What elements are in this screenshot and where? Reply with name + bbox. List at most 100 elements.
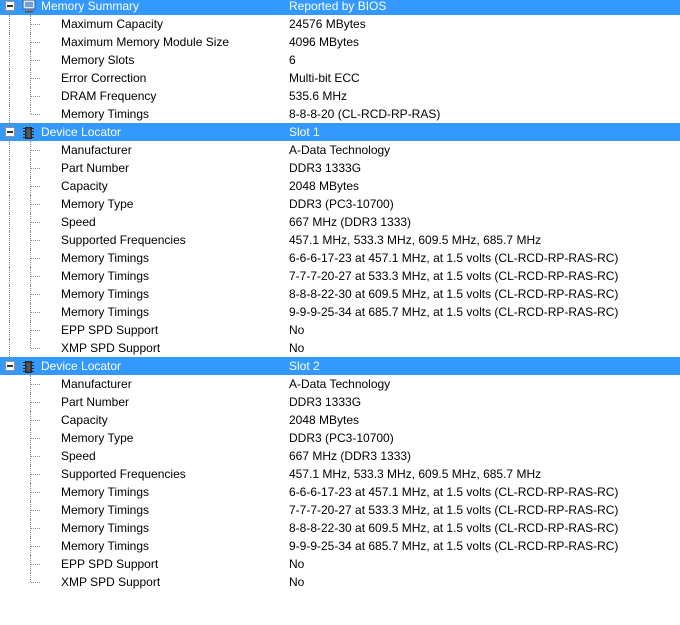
field-value: DDR3 (PC3-10700) [289, 431, 394, 445]
computer-icon [22, 0, 38, 13]
tree-item-row[interactable]: Manufacturer A-Data Technology [0, 375, 680, 393]
collapse-toggle-icon[interactable] [5, 1, 15, 11]
tree-connector-line [31, 186, 40, 187]
tree-item-row[interactable]: Capacity 2048 MBytes [0, 177, 680, 195]
tree-item-row[interactable]: Memory Timings 8-8-8-22-30 at 609.5 MHz, … [0, 285, 680, 303]
field-value: 4096 MBytes [289, 35, 360, 49]
tree-connector-line [15, 366, 22, 367]
tree-item-row[interactable]: Part Number DDR3 1333G [0, 393, 680, 411]
section-label: Memory Summary [41, 0, 140, 13]
field-label: Maximum Memory Module Size [61, 35, 230, 49]
tree-item-row[interactable]: Maximum Memory Module Size 4096 MBytes [0, 33, 680, 51]
field-value: 667 MHz (DDR3 1333) [289, 449, 412, 463]
tree-connector-line [31, 204, 40, 205]
tree-item-row[interactable]: Memory Slots 6 [0, 51, 680, 69]
field-value: 8-8-8-22-30 at 609.5 MHz, at 1.5 volts (… [289, 287, 619, 301]
tree-connector-line [30, 339, 31, 348]
tree-connector-line [31, 294, 40, 295]
field-value: DDR3 (PC3-10700) [289, 197, 394, 211]
field-value: 2048 MBytes [289, 179, 360, 193]
field-label: Memory Slots [61, 53, 135, 67]
tree-connector-line [9, 87, 10, 105]
tree-section-header[interactable]: Device Locator Slot 1 [0, 123, 680, 141]
tree-item-row[interactable]: Part Number DDR3 1333G [0, 159, 680, 177]
tree-connector-line [31, 564, 40, 565]
tree-item-row[interactable]: Memory Timings 7-7-7-20-27 at 533.3 MHz, … [0, 501, 680, 519]
tree-connector-line [9, 249, 10, 267]
tree-item-row[interactable]: EPP SPD Support No [0, 321, 680, 339]
tree-connector-line [9, 339, 10, 357]
tree-item-row[interactable]: Memory Timings 8-8-8-22-30 at 609.5 MHz, … [0, 519, 680, 537]
tree-item-row[interactable]: Memory Type DDR3 (PC3-10700) [0, 429, 680, 447]
field-value: No [289, 341, 305, 355]
tree-item-row[interactable]: Memory Timings 7-7-7-20-27 at 533.3 MHz, … [0, 267, 680, 285]
tree-item-row[interactable]: Maximum Capacity 24576 MBytes [0, 15, 680, 33]
tree-item-row[interactable]: Speed 667 MHz (DDR3 1333) [0, 213, 680, 231]
field-label: Manufacturer [61, 143, 132, 157]
tree-connector-line [31, 492, 40, 493]
tree-connector-line [31, 258, 40, 259]
tree-connector-line [31, 348, 40, 349]
field-label: Manufacturer [61, 377, 132, 391]
tree-connector-line [31, 114, 40, 115]
field-label: Part Number [61, 161, 130, 175]
tree-item-row[interactable]: Supported Frequencies 457.1 MHz, 533.3 MH… [0, 231, 680, 249]
field-value: 9-9-9-25-34 at 685.7 MHz, at 1.5 volts (… [289, 539, 619, 553]
tree-item-row[interactable]: Memory Timings 9-9-9-25-34 at 685.7 MHz, … [0, 537, 680, 555]
memory-tree-view[interactable]: Memory Summary Reported by BIOS Maximum Ca… [0, 0, 680, 591]
tree-item-row[interactable]: XMP SPD Support No [0, 339, 680, 357]
field-label: Memory Timings [61, 521, 150, 535]
field-value: 9-9-9-25-34 at 685.7 MHz, at 1.5 volts (… [289, 305, 619, 319]
tree-item-row[interactable]: Error Correction Multi-bit ECC [0, 69, 680, 87]
tree-connector-line [9, 177, 10, 195]
tree-connector-line [9, 321, 10, 339]
tree-item-row[interactable]: Capacity 2048 MBytes [0, 411, 680, 429]
tree-connector-line [9, 195, 10, 213]
tree-section-header[interactable]: Memory Summary Reported by BIOS [0, 0, 680, 15]
tree-section-header[interactable]: Device Locator Slot 2 [0, 357, 680, 375]
tree-item-row[interactable]: Speed 667 MHz (DDR3 1333) [0, 447, 680, 465]
tree-connector-line [31, 240, 40, 241]
collapse-toggle-icon[interactable] [5, 361, 15, 371]
tree-item-row[interactable]: Memory Timings 9-9-9-25-34 at 685.7 MHz, … [0, 303, 680, 321]
field-value: 6-6-6-17-23 at 457.1 MHz, at 1.5 volts (… [289, 485, 619, 499]
tree-connector-line [9, 213, 10, 231]
tree-connector-line [31, 78, 40, 79]
section-value: Reported by BIOS [289, 0, 387, 13]
tree-connector-line [31, 384, 40, 385]
field-label: Speed [61, 215, 96, 229]
tree-item-row[interactable]: DRAM Frequency 535.6 MHz [0, 87, 680, 105]
tree-item-row[interactable]: Supported Frequencies 457.1 MHz, 533.3 MH… [0, 465, 680, 483]
tree-item-row[interactable]: Memory Timings 6-6-6-17-23 at 457.1 MHz, … [0, 483, 680, 501]
tree-connector-line [31, 276, 40, 277]
field-value: 6-6-6-17-23 at 457.1 MHz, at 1.5 volts (… [289, 251, 619, 265]
field-label: EPP SPD Support [61, 323, 159, 337]
collapse-toggle-icon[interactable] [5, 127, 15, 137]
tree-connector-line [31, 402, 40, 403]
tree-connector-line [31, 420, 40, 421]
field-label: Memory Timings [61, 269, 150, 283]
tree-connector-line [31, 330, 40, 331]
tree-item-row[interactable]: Memory Type DDR3 (PC3-10700) [0, 195, 680, 213]
field-label: Speed [61, 449, 96, 463]
field-value: A-Data Technology [289, 143, 391, 157]
tree-item-row[interactable]: XMP SPD Support No [0, 573, 680, 591]
field-value: 7-7-7-20-27 at 533.3 MHz, at 1.5 volts (… [289, 269, 619, 283]
tree-connector-line [9, 231, 10, 249]
tree-item-row[interactable]: Memory Timings 8-8-8-20 (CL-RCD-RP-RAS) [0, 105, 680, 123]
field-value: 457.1 MHz, 533.3 MHz, 609.5 MHz, 685.7 M… [289, 233, 542, 247]
field-label: Memory Timings [61, 107, 150, 121]
field-value: 667 MHz (DDR3 1333) [289, 215, 412, 229]
field-label: Maximum Capacity [61, 17, 164, 31]
field-value: 2048 MBytes [289, 413, 360, 427]
field-value: DDR3 1333G [289, 395, 362, 409]
tree-connector-line [15, 6, 22, 7]
tree-connector-line [31, 222, 40, 223]
tree-item-row[interactable]: Manufacturer A-Data Technology [0, 141, 680, 159]
tree-connector-line [31, 60, 40, 61]
tree-connector-line [9, 303, 10, 321]
field-value: 6 [289, 53, 296, 67]
tree-item-row[interactable]: EPP SPD Support No [0, 555, 680, 573]
tree-item-row[interactable]: Memory Timings 6-6-6-17-23 at 457.1 MHz, … [0, 249, 680, 267]
tree-connector-line [9, 33, 10, 51]
